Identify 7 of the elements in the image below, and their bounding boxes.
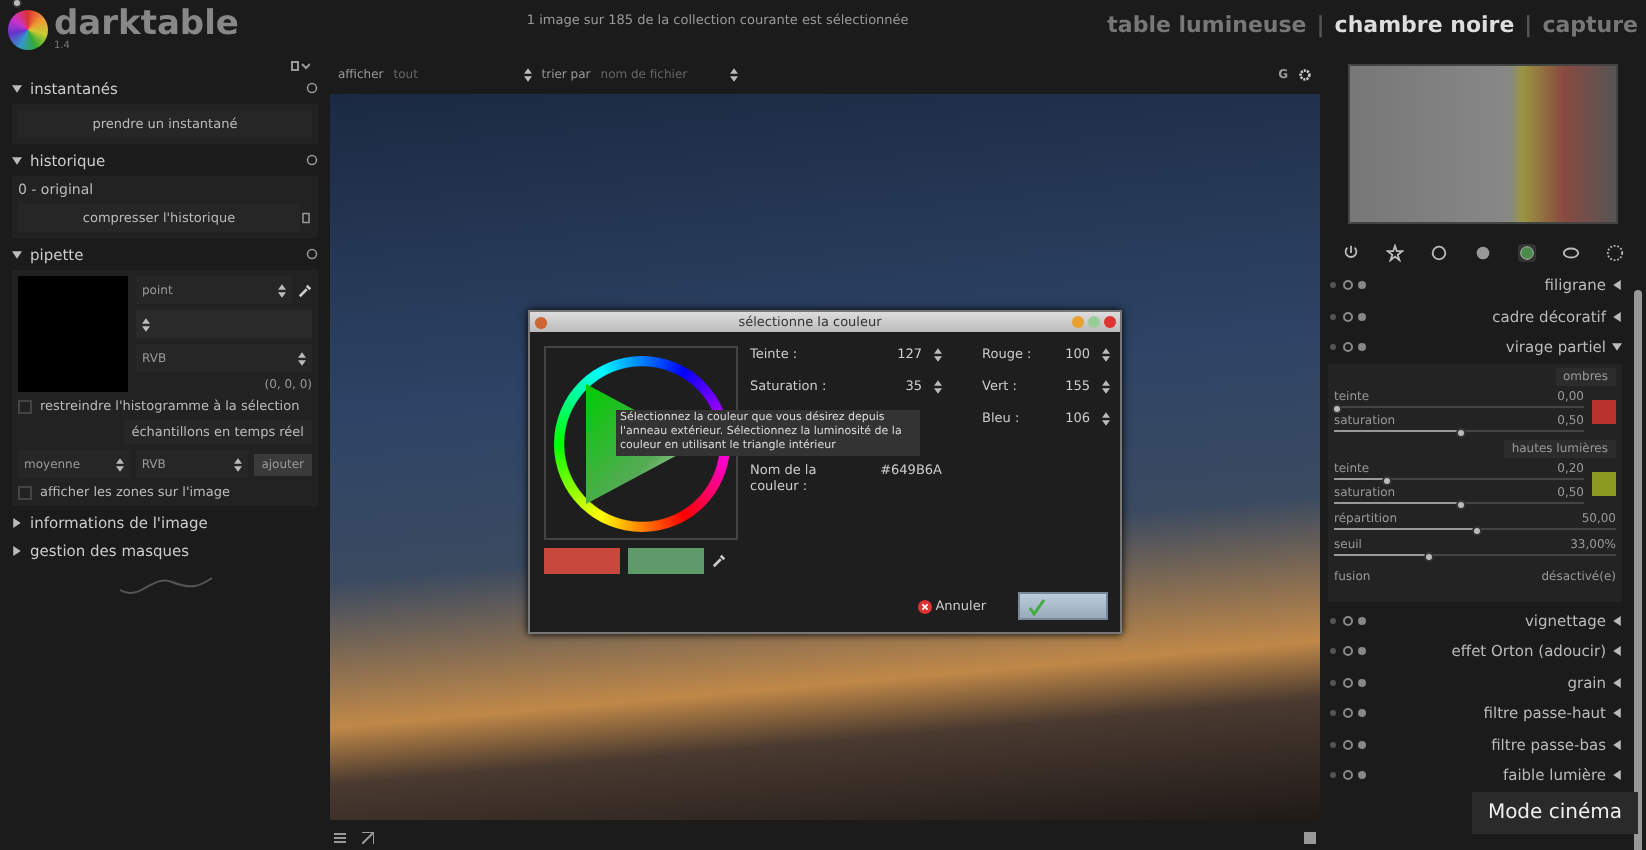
view-tab[interactable]: chambre noire (1334, 11, 1515, 37)
view-separator: | (1316, 11, 1325, 37)
app-logo-text: darktable (54, 8, 239, 42)
view-tab[interactable]: capture (1542, 11, 1638, 37)
toast-message: Mode cinéma (1471, 792, 1638, 834)
view-tab[interactable]: table lumineuse (1107, 11, 1307, 37)
view-separator: | (1524, 11, 1533, 37)
